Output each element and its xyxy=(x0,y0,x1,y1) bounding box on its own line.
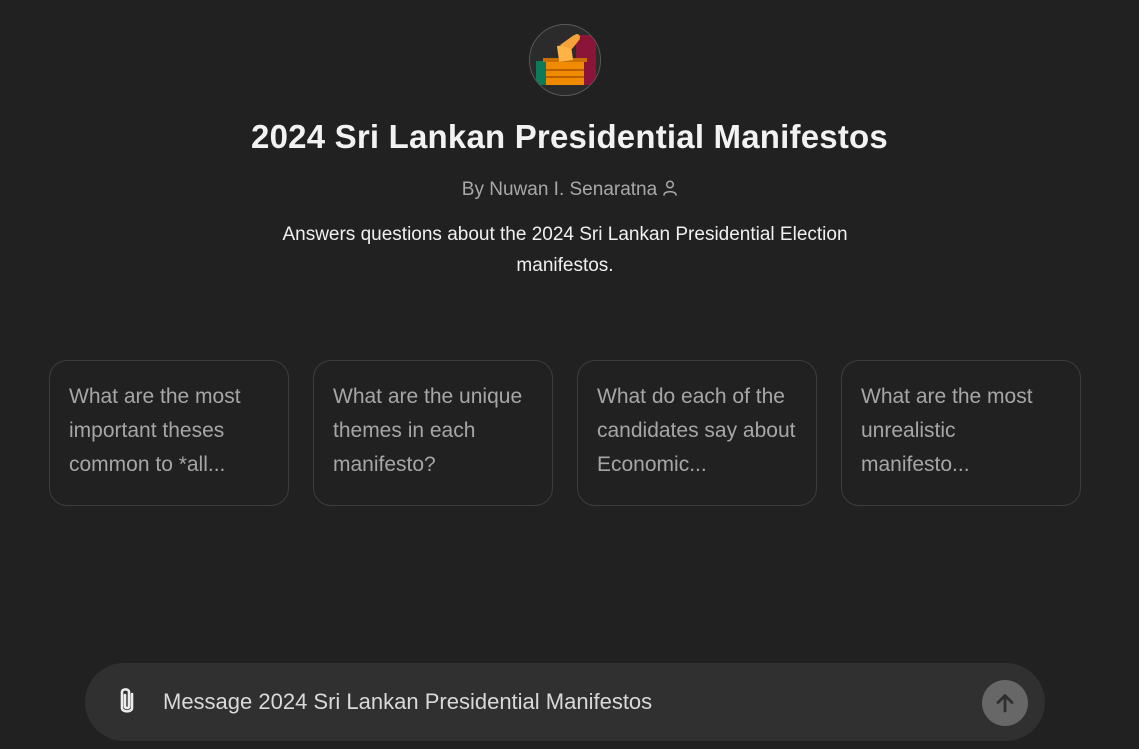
paperclip-icon xyxy=(120,688,134,713)
send-button[interactable] xyxy=(982,680,1028,726)
starter-card[interactable]: What are the most important theses commo… xyxy=(49,360,289,506)
message-composer xyxy=(85,663,1045,741)
starter-text: What are the most important theses commo… xyxy=(69,385,241,476)
arrow-up-icon xyxy=(996,694,1014,713)
person-icon xyxy=(663,180,677,202)
author-name: By Nuwan I. Senaratna xyxy=(461,179,658,200)
starter-text: What are the most unrealistic manifesto.… xyxy=(861,385,1033,476)
starter-card[interactable]: What do each of the candidates say about… xyxy=(577,360,817,506)
gpt-avatar xyxy=(529,24,601,96)
starter-card[interactable]: What are the unique themes in each manif… xyxy=(313,360,553,506)
starter-text: What do each of the candidates say about… xyxy=(597,385,796,476)
attach-button[interactable] xyxy=(111,685,143,719)
gpt-landing-page: 2024 Sri Lankan Presidential Manifestos … xyxy=(0,0,1139,749)
gpt-description: Answers questions about the 2024 Sri Lan… xyxy=(282,224,848,276)
starter-text: What are the unique themes in each manif… xyxy=(333,385,523,476)
ballot-box-icon xyxy=(530,25,600,95)
message-input[interactable] xyxy=(163,685,963,719)
starter-card[interactable]: What are the most unrealistic manifesto.… xyxy=(841,360,1081,506)
author-byline[interactable]: By Nuwan I. Senaratna xyxy=(0,179,1139,202)
page-title: 2024 Sri Lankan Presidential Manifestos xyxy=(251,118,888,155)
conversation-starters: What are the most important theses commo… xyxy=(49,360,1081,506)
